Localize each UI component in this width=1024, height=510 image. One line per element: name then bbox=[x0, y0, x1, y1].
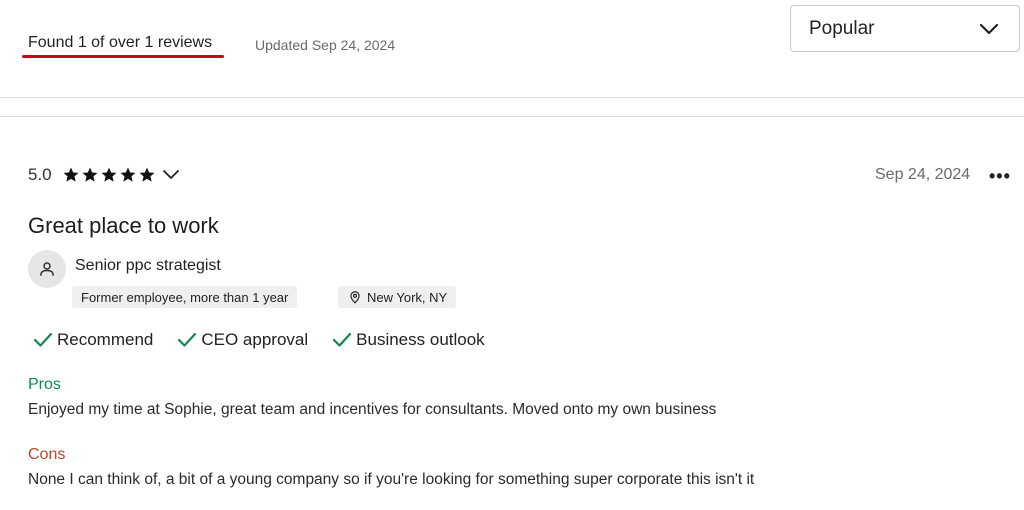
review-title: Great place to work bbox=[28, 213, 219, 238]
star-rating bbox=[62, 166, 156, 184]
employment-tag: Former employee, more than 1 year bbox=[72, 286, 298, 308]
location-tag: New York, NY bbox=[338, 286, 457, 308]
star-icon bbox=[101, 167, 117, 182]
chevron-down-icon bbox=[979, 22, 999, 41]
cons-heading: Cons bbox=[28, 446, 66, 463]
review-rating: 5.0 bbox=[28, 165, 180, 185]
badge-label: CEO approval bbox=[201, 330, 309, 349]
pros-heading: Pros bbox=[28, 376, 61, 393]
rating-value: 5.0 bbox=[28, 165, 52, 184]
review-badges: Recommend CEO approval Business outlook bbox=[33, 330, 509, 350]
person-icon bbox=[28, 250, 66, 288]
sort-dropdown[interactable]: Popular bbox=[790, 5, 1020, 52]
updated-date: Updated Sep 24, 2024 bbox=[255, 37, 396, 53]
star-icon bbox=[139, 167, 155, 182]
rating-details-chevron-icon[interactable] bbox=[162, 169, 180, 181]
location-pin-icon bbox=[350, 291, 360, 304]
active-underline bbox=[22, 55, 224, 58]
check-icon bbox=[178, 332, 197, 347]
location-text: New York, NY bbox=[367, 289, 448, 305]
employment-text: Former employee, more than 1 year bbox=[81, 289, 289, 305]
badge-label: Recommend bbox=[57, 330, 154, 349]
badge-recommend: Recommend bbox=[33, 330, 153, 350]
badge-ceo-approval: CEO approval bbox=[177, 330, 308, 350]
star-icon bbox=[120, 167, 136, 182]
divider bbox=[0, 97, 1024, 98]
badge-business-outlook: Business outlook bbox=[332, 330, 485, 350]
sort-selected-value: Popular bbox=[809, 18, 875, 39]
check-icon bbox=[333, 332, 352, 347]
cons-text: None I can think of, a bit of a young co… bbox=[28, 471, 755, 488]
more-options-icon[interactable]: ••• bbox=[989, 166, 1011, 187]
divider bbox=[0, 116, 1024, 117]
check-icon bbox=[33, 332, 53, 347]
badge-label: Business outlook bbox=[356, 330, 485, 349]
star-icon bbox=[82, 167, 98, 182]
results-count: Found 1 of over 1 reviews bbox=[28, 34, 213, 51]
reviewer-job-title: Senior ppc strategist bbox=[75, 257, 221, 274]
star-icon bbox=[63, 167, 79, 182]
review-date: Sep 24, 2024 bbox=[875, 166, 971, 183]
pros-text: Enjoyed my time at Sophie, great team an… bbox=[28, 401, 717, 418]
